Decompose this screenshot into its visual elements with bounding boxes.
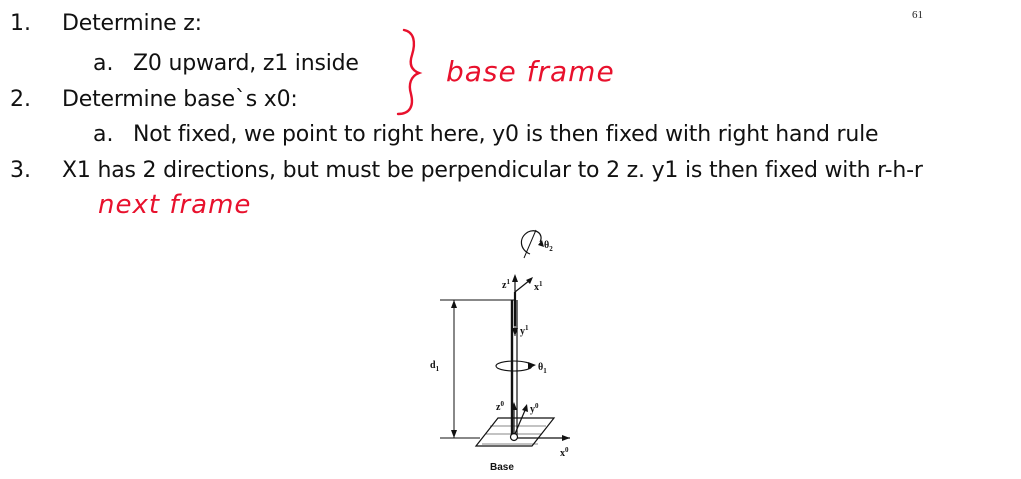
y0-axis: [513, 407, 527, 437]
annotation-base-frame: base frame: [446, 55, 615, 88]
x0-arrowhead: [562, 435, 570, 441]
page-number: 61: [912, 9, 923, 21]
item-2a-letter: a.: [93, 122, 114, 147]
item-1a-letter: a.: [93, 51, 114, 76]
base-label: Base: [490, 462, 514, 473]
x1-label: x1: [534, 280, 543, 293]
z0-label: z0: [496, 400, 504, 413]
y0-label: y0: [530, 402, 539, 415]
d1-top-arrow: [451, 300, 457, 308]
y1-label: y1: [520, 324, 529, 337]
base-platform: [474, 417, 556, 447]
item-2a-text: Not fixed, we point to right here, y0 is…: [133, 122, 879, 147]
item-1-number: 1.: [10, 11, 31, 36]
item-2-text: Determine base`s x0:: [62, 87, 298, 112]
theta1-label: θ1: [538, 362, 547, 375]
item-1-text: Determine z:: [62, 11, 202, 36]
theta1-rotation-arrow: [495, 360, 536, 372]
base-origin: [509, 432, 519, 442]
d1-bottom-arrow: [451, 430, 457, 438]
x0-label: x0: [560, 446, 569, 459]
item-3-number: 3.: [10, 158, 31, 183]
item-1a-text: Z0 upward, z1 inside: [133, 51, 359, 76]
theta2-rotation-arrow: [520, 229, 544, 259]
item-2-number: 2.: [10, 87, 31, 112]
robot-frame-diagram: θ2 z1 x1 y1 θ1 d1 z0 y0 x0 Base: [430, 229, 570, 473]
theta2-label: θ2: [544, 240, 553, 253]
d1-label: d1: [430, 360, 440, 373]
y0-arrowhead: [522, 404, 528, 412]
annotation-next-frame: next frame: [98, 190, 252, 220]
z1-arrowhead: [512, 274, 518, 282]
z1-label: z1: [502, 278, 510, 291]
item-3-text: X1 has 2 directions, but must be perpend…: [62, 158, 923, 183]
